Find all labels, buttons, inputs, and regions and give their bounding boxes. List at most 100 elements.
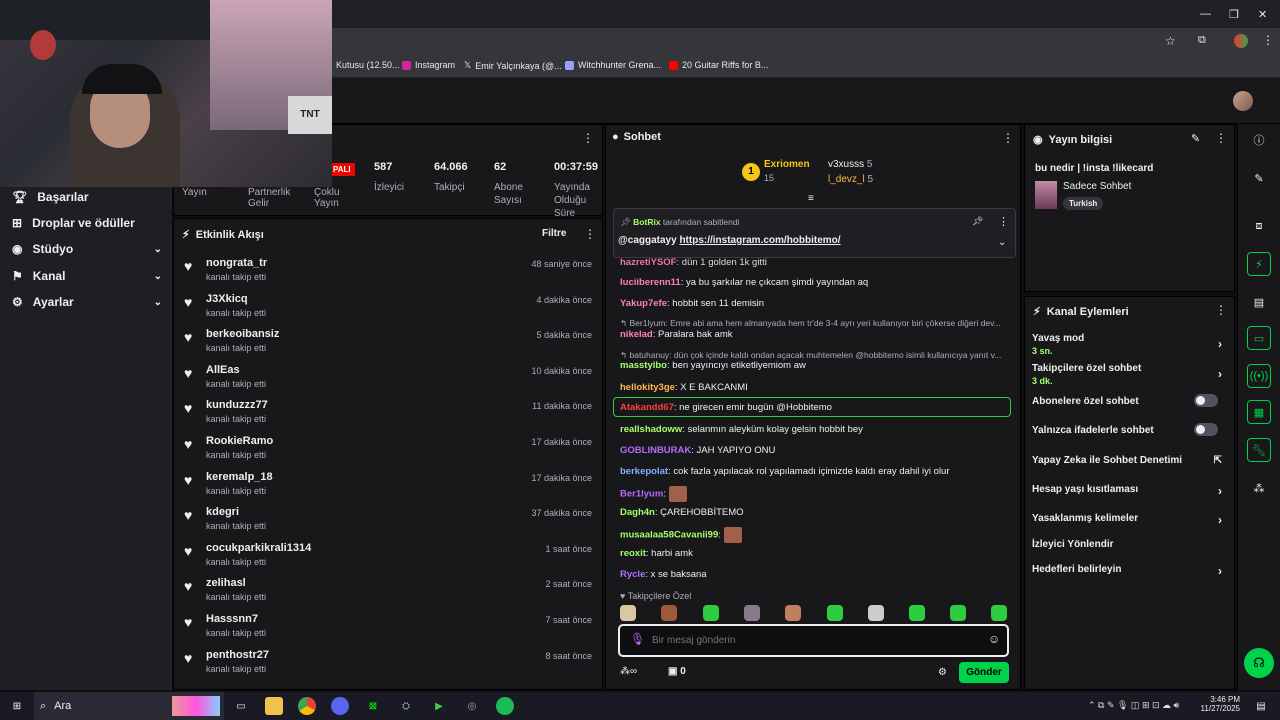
category-name[interactable]: Sadece Sohbet [1063,181,1131,192]
menu-icon[interactable]: ⋮ [1262,33,1274,47]
chat-username[interactable]: berkepolat [620,466,668,477]
more-icon[interactable]: ⋮ [998,215,1009,228]
pin-icon[interactable]: 📌︎ [972,216,983,227]
emote-button[interactable] [703,605,719,621]
obs-icon[interactable]: ◎ [463,697,481,715]
more-icon[interactable]: ⋮ [1215,131,1227,145]
bookmark-item[interactable]: Witchhunter Grena... [565,60,661,70]
chevron-down-icon[interactable]: ⌄ [998,237,1006,248]
file-explorer-icon[interactable] [265,697,283,715]
collapse-icon[interactable]: ≡ [808,193,814,204]
activity-row[interactable]: ♥ cocukparkikrali1314 kanalı takip etti 1 s… [184,540,594,572]
xbox-icon[interactable]: ⊠ [364,697,382,715]
chat-username[interactable]: masstyibo [620,360,667,371]
activity-row[interactable]: ♥ nongrata_tr kanalı takip etti 48 saniye ö… [184,255,594,287]
extensions-icon[interactable]: ⧉ [1198,34,1206,47]
edit-icon[interactable]: ✎ [1191,132,1200,145]
wrench-icon[interactable]: 🔧︎ [1247,438,1271,462]
activity-username[interactable]: nongrata_tr [206,257,267,269]
bolt-icon[interactable]: ⚡︎ [1247,252,1271,276]
chat-message[interactable]: hazretiYSOF: dün 1 golden 1k gitti [620,257,1010,268]
chat-message[interactable]: hellokity3ge: X E BAKCANMI [620,382,1010,393]
chat-message[interactable]: GOBLINBURAK: JAH YAPIYO ONU [620,445,1010,456]
chat-message[interactable]: nikelad: Paralara bak amk [620,329,1010,340]
minimize-icon[interactable]: — [1200,8,1211,20]
chat-username[interactable]: Ber1lyum [620,489,663,500]
avatar[interactable] [1233,91,1253,111]
activity-username[interactable]: berkeoibansiz [206,328,279,340]
chat-username[interactable]: Yakup7efe [620,298,667,309]
chat-username[interactable]: hellokity3ge [620,382,675,393]
task-view-icon[interactable]: ▭ [232,697,250,715]
layout-icon[interactable]: ▦ [1247,400,1271,424]
activity-username[interactable]: RookieRamo [206,435,273,447]
clip-icon[interactable]: ⧈ [1247,214,1271,238]
chat-username[interactable]: nikelad [620,329,653,340]
activity-row[interactable]: ♥ kdegri kanalı takip etti 37 dakika önce [184,504,594,536]
channel-action-item[interactable]: Yavaş mod 3 sn. › [1032,333,1228,356]
channel-action-item[interactable]: İzleyici Yönlendir [1032,539,1228,550]
profile-icon[interactable] [1234,34,1248,48]
bookmark-item[interactable]: Instagram [402,60,455,70]
activity-username[interactable]: Hasssnn7 [206,613,258,625]
community-icon[interactable]: ⁂ [1247,476,1271,500]
chat-message[interactable]: luciiberenn11: ya bu şarkılar ne çıkcam … [620,277,1010,288]
emoji-icon[interactable]: ☺ [988,632,1000,646]
pinned-link[interactable]: https://instagram.com/hobbitemo/ [679,235,840,246]
community-icon[interactable]: ⁂∞ [620,666,637,677]
maximize-icon[interactable]: ❐ [1229,8,1239,21]
help-button[interactable]: ☊ [1244,648,1274,678]
more-icon[interactable]: ⋮ [582,131,594,145]
channel-action-item[interactable]: Takipçilere özel sohbet 3 dk. › [1032,363,1228,386]
send-button[interactable]: Gönder [959,662,1009,683]
tray-icons[interactable]: ⌃ ⧉ ✎ 🎙︎ ◫ ⊞ ⊡ ☁ 🔊︎ [1088,700,1179,711]
toggle-switch[interactable] [1194,423,1218,436]
steam-icon[interactable]: ⛭ [397,697,415,715]
chat-username[interactable]: musaalaa58Cavanii99 [620,530,718,541]
channel-action-item[interactable]: Yasaklanmış kelimeler › [1032,513,1228,527]
gear-icon[interactable]: ⚙ [938,667,947,678]
chat-input-box[interactable]: 🎙︎ ☺ [618,624,1009,657]
activity-row[interactable]: ♥ berkeoibansiz kanalı takip etti 5 dakika … [184,326,594,358]
chat-icon[interactable]: ▭ [1247,326,1271,350]
chat-message[interactable]: Ber1lyum: [620,486,1010,502]
activity-row[interactable]: ♥ RookieRamo kanalı takip etti 17 dakika ön… [184,433,594,465]
emote-button[interactable] [991,605,1007,621]
nav-studio[interactable]: ◉ Stüdyo ⌄ [12,242,162,256]
discord-icon[interactable] [331,697,349,715]
activity-row[interactable]: ♥ kunduzzz77 kanalı takip etti 11 dakika ön… [184,397,594,429]
nav-drops[interactable]: ⊞ Droplar ve ödüller [12,216,162,230]
activity-username[interactable]: AllEas [206,364,240,376]
chat-message[interactable]: Dagh4n: ÇAREHOBBİTEMO [620,507,1010,518]
edit-icon[interactable]: ✎ [1247,166,1271,190]
activity-username[interactable]: cocukparkikrali1314 [206,542,311,554]
filter-button[interactable]: Filtre [542,228,566,239]
category-thumbnail[interactable] [1035,181,1057,209]
chat-message[interactable]: reallshadoww: selanmın aleyküm kolay gel… [620,424,1010,435]
chat-username[interactable]: Rycle [620,569,645,580]
taskbar-search[interactable]: ⌕ Ara [34,692,224,720]
activity-row[interactable]: ♥ J3Xkicq kanalı takip etti 4 dakika önce [184,291,594,323]
activity-username[interactable]: kdegri [206,506,239,518]
chat-message[interactable]: berkepolat: cok fazla yapılacak rol yapı… [620,466,1010,477]
chat-message[interactable]: masstyibo: ben yayıncıyı etiketliyemiom … [620,360,1010,371]
bookmark-item[interactable]: 𝕏 Emir Yalçınkaya (@... [464,60,562,71]
app-icon[interactable]: ▶ [430,697,448,715]
chat-username[interactable]: hazretiYSOF [620,257,677,268]
emote-button[interactable] [909,605,925,621]
activity-row[interactable]: ♥ zelihasl kanalı takip etti 2 saat önce [184,575,594,607]
more-icon[interactable]: ⋮ [584,227,596,241]
activity-row[interactable]: ♥ AllEas kanalı takip etti 10 dakika önce [184,362,594,394]
chat-message[interactable]: reoxit: harbi amk [620,548,1010,559]
broadcast-icon[interactable]: ((•)) [1247,364,1271,388]
chat-username[interactable]: reoxit [620,548,646,559]
chat-message[interactable]: musaalaa58Cavanii99: [620,527,1010,543]
nav-channel[interactable]: ⚑ Kanal ⌄ [12,269,162,283]
chat-reply-context[interactable]: ↰ Ber1lyum: Emre abi ama hem almanyada h… [620,318,1010,329]
activity-username[interactable]: zelihasl [206,577,246,589]
nav-achievements[interactable]: 🏆︎ Başarılar [12,190,162,204]
emote-button[interactable] [950,605,966,621]
channel-points[interactable]: ▣ 0 [668,666,686,677]
chat-input[interactable] [652,631,972,649]
mic-icon[interactable]: 🎙︎ [630,632,645,646]
